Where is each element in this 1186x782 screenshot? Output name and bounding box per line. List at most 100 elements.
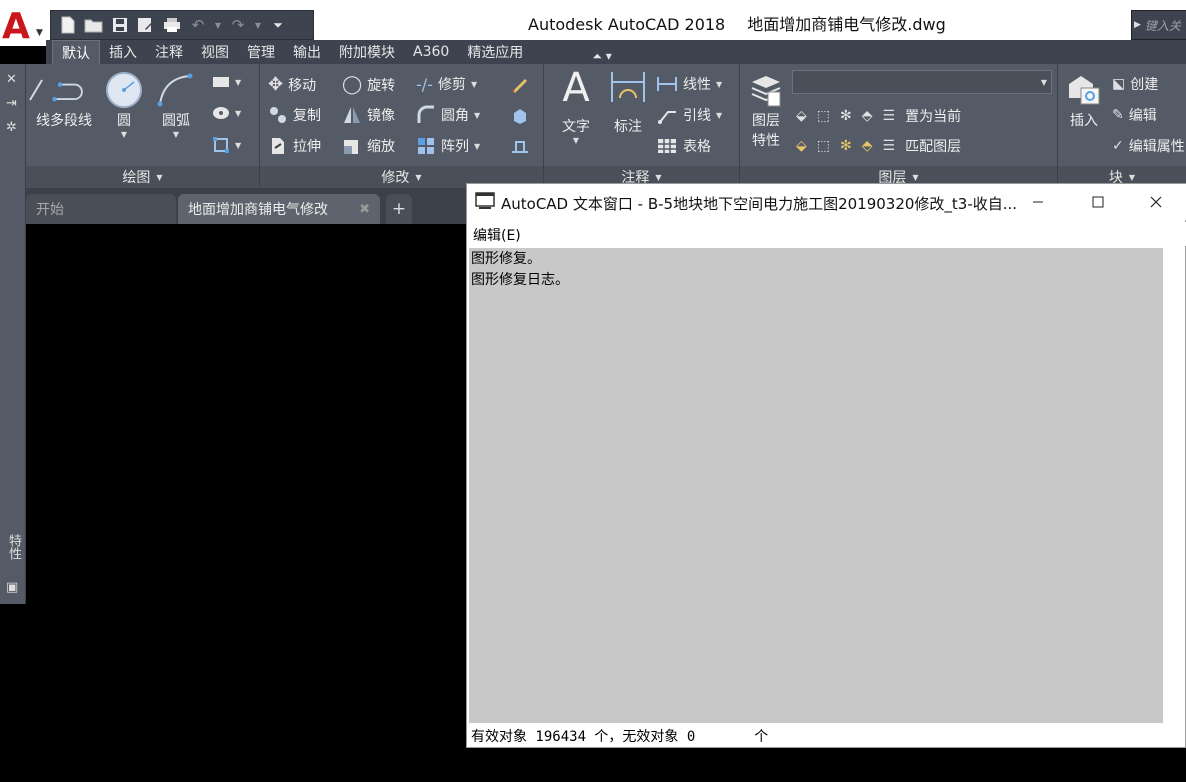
chevron-right-icon[interactable]: ▶ bbox=[1134, 20, 1141, 30]
save-as-icon[interactable] bbox=[135, 14, 157, 36]
chevron-down-icon[interactable]: ▼ bbox=[213, 14, 223, 36]
tab-featured-apps[interactable]: 精选应用 bbox=[458, 40, 532, 64]
rotate-button[interactable]: ◯ 旋转 bbox=[342, 74, 395, 95]
table-button[interactable]: 表格 bbox=[656, 136, 711, 156]
print-icon[interactable] bbox=[161, 14, 183, 36]
palette-icon[interactable]: ▣ bbox=[6, 580, 18, 595]
layer-properties-tool[interactable]: 图层 特性 bbox=[746, 70, 786, 150]
chevron-down-icon[interactable]: ▼ bbox=[235, 78, 241, 87]
annotation-panel: A 文字 ▼ 标注 线性 ▼ 引线 ▼ 表格 注释 ▼ bbox=[544, 64, 740, 188]
tab-home[interactable]: 默认 bbox=[52, 40, 100, 64]
move-button[interactable]: ✥ 移动 bbox=[268, 74, 316, 95]
chevron-down-icon[interactable]: ▼ bbox=[1041, 78, 1047, 87]
scale-button[interactable]: 缩放 bbox=[342, 136, 395, 156]
text-window-title: AutoCAD 文本窗口 - B-5地块地下空间电力施工图20190320修改_… bbox=[501, 195, 1018, 213]
search-input[interactable]: ▶ 键入关 bbox=[1131, 10, 1186, 40]
linear-dim-button[interactable]: 线性 ▼ bbox=[656, 74, 722, 94]
command-history[interactable]: 图形修复。 图形修复日志。 bbox=[469, 248, 1163, 723]
layer-unlock-icon[interactable]: ⬘ bbox=[862, 138, 873, 154]
application-menu-button[interactable]: A ▼ bbox=[0, 8, 46, 46]
fillet-button[interactable]: 圆角 ▼ bbox=[416, 105, 480, 125]
circle-tool[interactable]: 圆 ▼ bbox=[104, 70, 144, 139]
tab-manage[interactable]: 管理 bbox=[238, 40, 284, 64]
autohide-icon[interactable]: ⇥ bbox=[6, 96, 17, 111]
tab-view[interactable]: 视图 bbox=[192, 40, 238, 64]
layer-isolate-icon[interactable]: ⬚ bbox=[817, 108, 830, 124]
close-icon[interactable]: ✕ bbox=[6, 72, 17, 87]
layer-freeze-icon[interactable]: ✻ bbox=[840, 108, 852, 124]
properties-palette-label[interactable]: 特性 bbox=[4, 534, 23, 560]
leader-button[interactable]: 引线 ▼ bbox=[656, 105, 722, 125]
hatch-tool[interactable]: ▼ bbox=[212, 106, 241, 120]
chevron-down-icon[interactable]: ▼ bbox=[235, 141, 241, 150]
offset-button[interactable] bbox=[510, 136, 530, 156]
array-button[interactable]: 阵列 ▼ bbox=[416, 136, 480, 156]
edit-block-button[interactable]: ✎ 编辑 bbox=[1112, 105, 1157, 125]
chevron-down-icon[interactable]: ▼ bbox=[235, 109, 241, 118]
chevron-down-icon[interactable]: ▼ bbox=[573, 136, 579, 145]
chevron-down-icon[interactable]: ▼ bbox=[1129, 173, 1135, 182]
draw-panel-label[interactable]: 绘图 ▼ bbox=[26, 166, 259, 188]
chevron-down-icon[interactable]: ▼ bbox=[655, 173, 661, 182]
settings-icon[interactable]: ✲ bbox=[6, 120, 17, 135]
customize-icon[interactable]: ⏷ bbox=[267, 14, 289, 36]
edit-attributes-button[interactable]: ✓ 编辑属性 bbox=[1112, 136, 1186, 156]
chevron-down-icon[interactable]: ▼ bbox=[474, 111, 480, 120]
layer-off-icon[interactable]: ⬙ bbox=[796, 108, 807, 124]
set-current-button[interactable]: 置为当前 bbox=[905, 106, 961, 126]
chevron-down-icon[interactable]: ▼ bbox=[415, 173, 421, 182]
chevron-down-icon[interactable]: ▼ bbox=[173, 130, 179, 139]
redo-icon[interactable]: ↷ bbox=[227, 14, 249, 36]
layer-unisolate-icon[interactable]: ⬚ bbox=[817, 138, 830, 154]
boundary-tool[interactable]: ▼ bbox=[212, 136, 241, 154]
chevron-down-icon[interactable]: ▼ bbox=[121, 130, 127, 139]
tab-annotate[interactable]: 注释 bbox=[146, 40, 192, 64]
command-line-output[interactable]: 有效对象 196434 个，无效对象 0 个 bbox=[469, 725, 1179, 747]
ribbon-minimize-icon[interactable]: ⏶ ▾ bbox=[592, 49, 611, 64]
layer-on-icon[interactable]: ⬙ bbox=[796, 138, 807, 154]
copy-button[interactable]: 复制 bbox=[268, 105, 321, 125]
menu-edit[interactable]: 编辑(E) bbox=[473, 225, 521, 245]
minimize-button[interactable] bbox=[1009, 184, 1067, 220]
new-tab-button[interactable]: + bbox=[386, 194, 412, 224]
chevron-down-icon[interactable]: ▼ bbox=[156, 173, 162, 182]
explode-button[interactable] bbox=[510, 105, 530, 125]
new-icon[interactable] bbox=[57, 14, 79, 36]
tab-drawing[interactable]: 地面增加商铺电气修改 ✖ bbox=[178, 194, 380, 224]
chevron-down-icon[interactable]: ▼ bbox=[716, 80, 722, 89]
close-icon[interactable]: ✖ bbox=[359, 202, 370, 217]
trim-button[interactable]: -/- 修剪 ▼ bbox=[416, 74, 477, 94]
chevron-down-icon[interactable]: ▼ bbox=[474, 142, 480, 151]
close-button[interactable] bbox=[1127, 184, 1185, 220]
chevron-down-icon[interactable]: ▼ bbox=[716, 111, 722, 120]
stretch-button[interactable]: 拉伸 bbox=[268, 136, 321, 156]
layer-lock-icon[interactable]: ⬘ bbox=[862, 108, 873, 124]
polyline-tool[interactable]: 多段线 bbox=[50, 70, 92, 130]
tab-a360[interactable]: A360 bbox=[404, 40, 458, 64]
chevron-down-icon[interactable]: ▼ bbox=[912, 173, 918, 182]
tab-output[interactable]: 输出 bbox=[284, 40, 330, 64]
open-icon[interactable] bbox=[83, 14, 105, 36]
text-window-titlebar[interactable]: AutoCAD 文本窗口 - B-5地块地下空间电力施工图20190320修改_… bbox=[467, 184, 1186, 220]
create-block-button[interactable]: ⬕ 创建 bbox=[1112, 74, 1158, 94]
layer-dropdown[interactable]: ▼ bbox=[792, 70, 1052, 94]
match-layer-button[interactable]: 匹配图层 bbox=[905, 136, 961, 156]
erase-button[interactable] bbox=[510, 74, 530, 94]
save-icon[interactable] bbox=[109, 14, 131, 36]
tab-insert[interactable]: 插入 bbox=[100, 40, 146, 64]
insert-block-tool[interactable]: 插入 bbox=[1064, 70, 1104, 130]
dimension-tool[interactable]: 标注 bbox=[608, 68, 648, 136]
chevron-down-icon[interactable]: ▼ bbox=[253, 14, 263, 36]
window-title: Autodesk AutoCAD 2018 地面增加商铺电气修改.dwg bbox=[528, 11, 946, 35]
mirror-button[interactable]: 镜像 bbox=[342, 105, 395, 125]
arc-tool[interactable]: 圆弧 ▼ bbox=[156, 70, 196, 139]
text-tool[interactable]: A 文字 ▼ bbox=[556, 65, 596, 145]
ribbon-panel: 线 多段线 圆 ▼ 圆弧 ▼ ▼ ▼ ▼ 绘图 ▼ ✥ 移动 ◯ 旋转 -/- … bbox=[26, 64, 1186, 188]
chevron-down-icon[interactable]: ▼ bbox=[471, 80, 477, 89]
undo-icon[interactable]: ↶ bbox=[187, 14, 209, 36]
layer-thaw-icon[interactable]: ✻ bbox=[840, 138, 852, 154]
tab-start[interactable]: 开始 bbox=[26, 194, 176, 224]
rectangle-tool[interactable]: ▼ bbox=[212, 76, 241, 88]
maximize-button[interactable] bbox=[1069, 184, 1127, 220]
tab-addins[interactable]: 附加模块 bbox=[330, 40, 404, 64]
